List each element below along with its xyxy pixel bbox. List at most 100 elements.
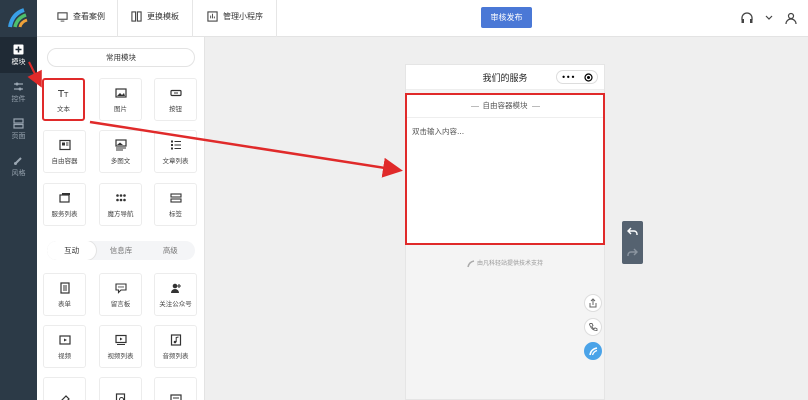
- divider: [117, 0, 118, 37]
- module-tile-message-board[interactable]: 留言板: [99, 273, 142, 316]
- message-board-icon: [114, 282, 127, 294]
- redo-icon: [627, 248, 638, 256]
- undo-icon: [627, 227, 638, 235]
- module-tile-eraser[interactable]: [43, 377, 86, 400]
- module-tile-grid-nav[interactable]: 魔方导航: [99, 183, 142, 226]
- image-icon: [114, 87, 127, 98]
- share-icon: [589, 298, 597, 308]
- module-tile-button[interactable]: 按钮: [154, 78, 197, 121]
- nav-item-modules[interactable]: 模块: [0, 37, 37, 73]
- nav-label: 控件: [11, 94, 26, 103]
- tile-label: 表单: [58, 299, 71, 308]
- phone-icon: [589, 323, 598, 331]
- follow-account-icon: [170, 283, 181, 293]
- app-logo[interactable]: [0, 0, 37, 37]
- tile-label: 视频列表: [107, 351, 134, 360]
- text-icon: TT: [58, 89, 69, 99]
- free-container-module[interactable]: 自由容器模块 双击输入内容...: [405, 93, 605, 245]
- tile-label: 服务列表: [51, 209, 78, 218]
- phone-header: 我们的服务 •••: [406, 65, 604, 90]
- tab-info-library[interactable]: 信息库: [96, 241, 145, 260]
- module-tile-multi-image-text[interactable]: 多图文: [99, 130, 142, 173]
- multi-image-text-icon: [114, 138, 127, 150]
- tile-label: 文本: [57, 104, 70, 113]
- monitor-icon: [57, 12, 68, 22]
- nav-item-style[interactable]: 风格: [0, 148, 37, 184]
- module-tile-video-list[interactable]: 视频列表: [99, 325, 142, 368]
- logo-icon: [8, 8, 28, 28]
- module-tile-audio-list[interactable]: 音频列表: [154, 325, 197, 368]
- module-panel: 常用模块 TT 文本 图片 按钮 自由容器 多图文 文章列表 服务列表 魔方导航…: [37, 37, 205, 400]
- tile-label: 自由容器: [51, 156, 78, 165]
- button-icon: [169, 89, 182, 96]
- module-tile-article-list[interactable]: 文章列表: [154, 130, 197, 173]
- search-doc-icon: [115, 392, 125, 400]
- module-tile-follow-account[interactable]: 关注公众号: [154, 273, 197, 316]
- module-tile-text[interactable]: TT 文本: [42, 78, 85, 121]
- left-nav: 模块 控件 页面 风格: [0, 37, 37, 400]
- user-icon[interactable]: [784, 11, 798, 25]
- top-bar: 查看案例 更换模板 管理小程序 审核发布: [0, 0, 808, 37]
- form-icon: [59, 281, 70, 294]
- chevron-down-icon[interactable]: [762, 11, 776, 25]
- home-logo-button[interactable]: [584, 342, 602, 360]
- tab-advanced[interactable]: 高级: [146, 241, 195, 260]
- module-tile-card[interactable]: [154, 377, 197, 400]
- video-list-icon: [114, 334, 127, 345]
- share-button[interactable]: [584, 294, 602, 312]
- nav-label: 模块: [11, 57, 26, 66]
- brush-icon: [14, 156, 22, 165]
- tile-label: 魔方导航: [107, 209, 134, 218]
- more-icon[interactable]: •••: [561, 73, 575, 82]
- sliders-icon: [14, 82, 23, 90]
- change-template-label: 更换模板: [147, 12, 179, 21]
- chart-icon: [207, 11, 218, 22]
- change-template-link[interactable]: 更换模板: [131, 11, 179, 22]
- tile-label: 关注公众号: [159, 299, 192, 308]
- card-icon: [169, 393, 182, 400]
- module-tile-video[interactable]: 视频: [43, 325, 86, 368]
- brand-icon: [589, 347, 598, 356]
- container-icon: [58, 139, 71, 150]
- service-list-icon: [58, 192, 70, 203]
- article-list-icon: [170, 140, 181, 149]
- manage-miniprogram-link[interactable]: 管理小程序: [207, 11, 263, 22]
- headset-icon[interactable]: [740, 11, 754, 25]
- svg-text:T: T: [63, 91, 69, 99]
- view-cases-link[interactable]: 查看案例: [57, 11, 105, 22]
- tab-interactive[interactable]: 互动: [47, 241, 97, 260]
- tile-label: 文章列表: [162, 156, 189, 165]
- nav-item-controls[interactable]: 控件: [0, 74, 37, 110]
- module-tile-free-container[interactable]: 自由容器: [43, 130, 86, 173]
- container-title: 自由容器模块: [407, 100, 603, 111]
- eraser-icon: [60, 394, 70, 400]
- module-tile-image[interactable]: 图片: [99, 78, 142, 121]
- top-right-icons: [740, 11, 798, 25]
- miniprogram-capsule[interactable]: •••: [556, 70, 598, 84]
- history-controls: [622, 221, 643, 264]
- publish-button[interactable]: 审核发布: [481, 7, 532, 28]
- audio-list-icon: [170, 333, 181, 346]
- nav-label: 风格: [11, 168, 26, 177]
- grid-nav-icon: [115, 193, 126, 201]
- redo-button[interactable]: [622, 242, 643, 263]
- content-placeholder[interactable]: 双击输入内容...: [412, 126, 464, 137]
- undo-button[interactable]: [622, 221, 643, 242]
- module-category-tabs: 互动 信息库 高级: [47, 241, 195, 260]
- view-cases-label: 查看案例: [73, 12, 105, 21]
- module-tile-tag[interactable]: 标签: [154, 183, 197, 226]
- tile-label: 视频: [58, 351, 71, 360]
- module-tile-search-doc[interactable]: [99, 377, 142, 400]
- module-tile-form[interactable]: 表单: [43, 273, 86, 316]
- nav-item-pages[interactable]: 页面: [0, 111, 37, 147]
- support-text: 由凡科轻站提供技术支持: [476, 260, 543, 267]
- tag-icon: [169, 192, 182, 203]
- close-target-icon[interactable]: [584, 72, 593, 82]
- tile-label: 按钮: [169, 104, 182, 113]
- phone-call-button[interactable]: [584, 318, 602, 336]
- pages-icon: [13, 117, 24, 129]
- module-tile-service-list[interactable]: 服务列表: [43, 183, 86, 226]
- tile-label: 图片: [114, 104, 127, 113]
- divider: [407, 117, 603, 118]
- tile-label: 多图文: [110, 156, 131, 165]
